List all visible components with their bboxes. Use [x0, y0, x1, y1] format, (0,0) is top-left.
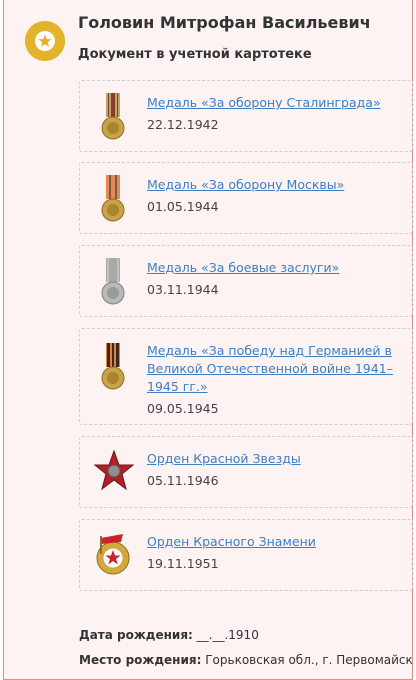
red-banner-order-icon [93, 530, 133, 586]
award-item: Медаль «За победу над Германией в Велико… [79, 328, 413, 425]
moscow-medal-icon [96, 173, 130, 229]
birth-date-row: Дата рождения: __.__.1910 [79, 628, 259, 642]
award-date: 22.12.1942 [147, 117, 219, 132]
award-item: Медаль «За оборону Москвы» 01.05.1944 [79, 162, 413, 234]
award-link[interactable]: Медаль «За боевые заслуги» [147, 259, 405, 277]
birth-date-value: __.__.1910 [196, 628, 259, 642]
award-link[interactable]: Орден Красного Знамени [147, 533, 405, 551]
award-link[interactable]: Орден Красной Звезды [147, 450, 405, 468]
award-badge-icon [25, 21, 65, 61]
birth-place-label: Место рождения: [79, 653, 202, 667]
combat-merit-medal-icon [96, 256, 130, 312]
award-link[interactable]: Медаль «За победу над Германией в Велико… [147, 342, 405, 396]
award-item: Медаль «За оборону Сталинграда» 22.12.19… [79, 80, 413, 152]
award-date: 05.11.1946 [147, 473, 219, 488]
victory-medal-icon [96, 341, 130, 397]
award-date: 03.11.1944 [147, 282, 219, 297]
birth-date-label: Дата рождения: [79, 628, 193, 642]
award-date: 09.05.1945 [147, 401, 219, 416]
award-item: Медаль «За боевые заслуги» 03.11.1944 [79, 245, 413, 317]
person-card: Головин Митрофан Васильевич Документ в у… [3, 0, 413, 680]
award-item: Орден Красной Звезды 05.11.1946 [79, 436, 413, 508]
award-date: 01.05.1944 [147, 199, 219, 214]
birth-place-value: Горьковская обл., г. Первомайск [205, 653, 413, 667]
red-star-order-icon [93, 449, 135, 497]
award-link[interactable]: Медаль «За оборону Сталинграда» [147, 94, 405, 112]
award-date: 19.11.1951 [147, 556, 219, 571]
award-link[interactable]: Медаль «За оборону Москвы» [147, 176, 405, 194]
person-name: Головин Митрофан Васильевич [78, 13, 371, 32]
birth-place-row: Место рождения: Горьковская обл., г. Пер… [79, 653, 413, 667]
document-label: Документ в учетной картотеке [78, 47, 312, 62]
award-item: Орден Красного Знамени 19.11.1951 [79, 519, 413, 591]
stalingrad-medal-icon [96, 91, 130, 147]
